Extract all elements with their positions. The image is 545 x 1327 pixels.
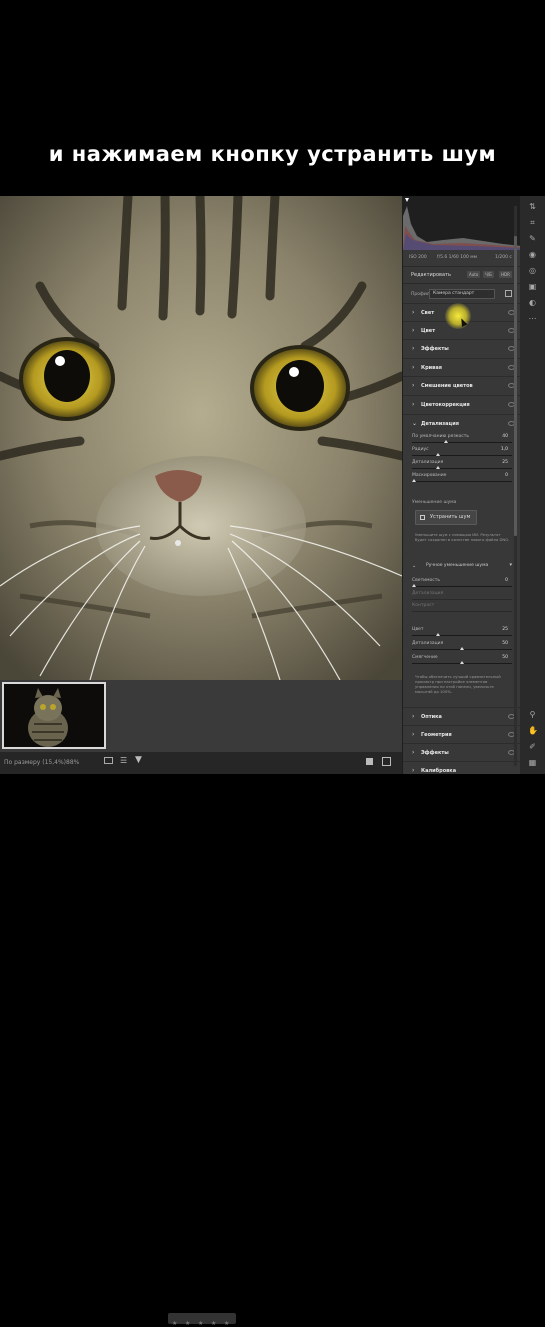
thumbnail-selected[interactable]	[2, 682, 106, 749]
section-optics[interactable]: › Оптика	[403, 707, 521, 725]
dropdown-icon[interactable]: ▾	[509, 562, 512, 568]
noise-reduction-title: Уменьшение шума	[412, 500, 457, 505]
histogram	[403, 196, 521, 250]
slider-knob[interactable]	[412, 584, 416, 587]
profile-select[interactable]: Камера стандарт	[429, 289, 495, 299]
filmstrip	[0, 680, 402, 752]
slider-knob[interactable]	[436, 453, 440, 456]
chevron-down-icon: ⌄	[412, 563, 417, 569]
slider-luminance[interactable]: Светимость 0	[412, 578, 512, 590]
slider-knob[interactable]	[436, 466, 440, 469]
sort-icon[interactable]: ☰	[120, 756, 127, 765]
chevron-right-icon: ›	[412, 731, 415, 738]
section-calibration[interactable]: › Калибровка	[403, 761, 521, 774]
denoise-button-label: Устранить шум	[430, 514, 471, 520]
section-detail[interactable]: ⌄ Детализация	[403, 414, 521, 432]
slider-masking[interactable]: Маскирование 0	[412, 473, 512, 485]
cursor-highlight	[445, 303, 471, 329]
star-icon[interactable]: ★	[198, 1320, 203, 1327]
panel-title: Редактировать	[411, 272, 451, 278]
view-mode-icon[interactable]	[366, 758, 373, 765]
slider-color[interactable]: Цвет 25	[412, 627, 512, 639]
thumbnail-cat-image	[4, 684, 104, 747]
edit-sliders-icon[interactable]: ⇅	[528, 202, 537, 211]
section-geometry[interactable]: › Геометрия	[403, 725, 521, 743]
zoom-icon[interactable]: ⚲	[528, 710, 537, 719]
denoise-button[interactable]: Устранить шум	[415, 510, 477, 525]
grid-toggle-icon[interactable]: ▦	[528, 758, 537, 767]
red-eye-icon[interactable]: ◎	[528, 266, 537, 275]
section-effects[interactable]: › Эффекты	[403, 339, 521, 357]
cat-photo	[0, 196, 402, 680]
chevron-right-icon: ›	[412, 749, 415, 756]
chevron-right-icon: ›	[412, 345, 415, 352]
chevron-right-icon: ›	[412, 327, 415, 334]
edit-panel: ISO 200 f/5.6 1/60 100 мм 1/200 с Редакт…	[402, 196, 521, 774]
profile-browser-icon[interactable]	[505, 290, 512, 297]
edit-header: Редактировать Auto Ч/Б HDR	[403, 266, 521, 284]
slider-color-smoothness[interactable]: Смягчение 50	[412, 655, 512, 667]
presets-icon[interactable]: ◐	[528, 298, 537, 307]
star-rating[interactable]: ★ ★ ★ ★ ★	[168, 1313, 236, 1327]
filter-icon[interactable]: ▼	[135, 755, 142, 765]
chevron-right-icon: ›	[412, 767, 415, 774]
iso-text: ISO 200	[409, 255, 427, 260]
chevron-down-icon: ⌄	[412, 420, 418, 427]
slider-radius[interactable]: Радиус 1,0	[412, 447, 512, 459]
section-effects-2[interactable]: › Эффекты	[403, 743, 521, 761]
slider-sharpening[interactable]: По умолчанию резкость 40	[412, 434, 512, 446]
chevron-right-icon: ›	[412, 364, 415, 371]
section-color-mixer[interactable]: › Смешение цветов	[403, 376, 521, 394]
slider-knob[interactable]	[460, 661, 464, 664]
star-icon[interactable]: ★	[172, 1320, 177, 1327]
chevron-right-icon: ›	[412, 713, 415, 720]
chevron-right-icon: ›	[412, 401, 415, 408]
status-bar: По размеру (15,4%) 88% ☰ ▼ ★ ★ ★ ★ ★	[0, 752, 402, 1327]
star-icon[interactable]: ★	[224, 1320, 229, 1327]
slider-detail[interactable]: Детализация 25	[412, 460, 512, 472]
shutter-text: 1/200 с	[495, 255, 512, 260]
more-options-icon[interactable]: ⋯	[528, 314, 537, 323]
image-canvas[interactable]	[0, 196, 402, 680]
manual-noise-reduction[interactable]: ⌄ Ручное уменьшение шума ▾	[412, 561, 514, 571]
slider-knob[interactable]	[412, 479, 416, 482]
denoise-note: Уменьшите шум с помощью ИИ. Результат бу…	[415, 532, 510, 542]
panel-scrollbar-thumb[interactable]	[514, 236, 517, 536]
healing-brush-icon[interactable]: ✎	[528, 234, 537, 243]
bw-button[interactable]: Ч/Б	[483, 271, 494, 278]
auto-button[interactable]: Auto	[467, 271, 481, 278]
slider-color-detail[interactable]: Детализация 50	[412, 641, 512, 653]
denoise-icon	[420, 515, 425, 520]
slider-knob[interactable]	[444, 440, 448, 443]
star-icon[interactable]: ★	[185, 1320, 190, 1327]
histogram-graph	[403, 198, 521, 250]
zoom-note: Чтобы обеспечить лучший сравнительный пр…	[415, 674, 501, 694]
chevron-right-icon: ›	[412, 382, 415, 389]
slider-knob[interactable]	[460, 647, 464, 650]
exposure-text: f/5.6 1/60 100 мм	[437, 255, 478, 260]
tool-strip: ⇅ ⌗ ✎ ◉ ◎ ▣ ◐ ⋯ ⚲ ✋ ✐ ▦	[520, 196, 545, 774]
slider-knob[interactable]	[436, 633, 440, 636]
hdr-button[interactable]: HDR	[499, 271, 512, 278]
section-color-grading[interactable]: › Цветокоррекция	[403, 395, 521, 413]
chevron-right-icon: ›	[412, 309, 415, 316]
color-sampler-icon[interactable]: ✐	[528, 742, 537, 751]
fit-zoom-label[interactable]: По размеру (15,4%)	[4, 759, 66, 766]
mask-icon[interactable]: ◉	[528, 250, 537, 259]
crop-icon[interactable]: ⌗	[528, 218, 537, 227]
video-caption: и нажимаем кнопку устранить шум	[48, 142, 497, 166]
filmstrip-icon[interactable]	[104, 757, 113, 764]
hand-icon[interactable]: ✋	[528, 726, 538, 735]
star-icon[interactable]: ★	[211, 1320, 216, 1327]
camera-raw-editor: По размеру (15,4%) 88% ☰ ▼ ★ ★ ★ ★ ★ ISO…	[0, 196, 545, 1327]
section-curve[interactable]: › Кривая	[403, 358, 521, 376]
slider-luminance-contrast: Контраст	[412, 603, 512, 615]
compare-view-icon[interactable]	[382, 757, 391, 766]
zoom-value[interactable]: 88%	[66, 759, 79, 766]
slider-luminance-detail: Детализация	[412, 591, 512, 603]
histogram-info: ISO 200 f/5.6 1/60 100 мм 1/200 с	[403, 253, 521, 263]
snapshots-icon[interactable]: ▣	[528, 282, 537, 291]
profile-row: Профиль Камера стандарт	[403, 286, 521, 302]
